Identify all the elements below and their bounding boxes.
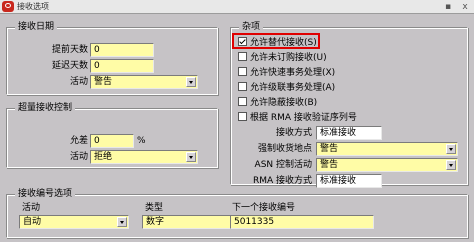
- validate-serial-numbers-rma-checkbox[interactable]: 根据 RMA 接收验证序列号: [238, 110, 357, 123]
- chevron-down-icon[interactable]: [446, 144, 456, 154]
- over-action-label: 活动: [69, 152, 88, 162]
- checkbox-icon[interactable]: [238, 112, 247, 121]
- asn-control-select[interactable]: 警告: [316, 158, 458, 172]
- checkbox-label: 允许隐蔽接收(B): [250, 98, 318, 108]
- tolerance-field[interactable]: 0: [90, 134, 134, 148]
- checkbox-icon[interactable]: [238, 52, 247, 61]
- days-early-field[interactable]: 0: [90, 43, 154, 57]
- checkbox-label: 允许替代接收(S): [250, 38, 317, 48]
- number-entry-value: 自动: [23, 217, 42, 227]
- receipt-date-legend: 接收日期: [15, 21, 58, 33]
- rma-routing-field[interactable]: 标准接收: [316, 174, 382, 188]
- window-titlebar: [0, 0, 474, 14]
- over-receipt-legend: 超量接收控制: [15, 102, 76, 114]
- allow-blind-receiving-checkbox[interactable]: 允许隐蔽接收(B): [238, 95, 317, 108]
- close-button[interactable]: x: [459, 1, 471, 13]
- misc-legend: 杂项: [239, 21, 264, 33]
- allow-express-transactions-checkbox[interactable]: 允许快速事务处理(X): [238, 65, 335, 78]
- checkbox-label: 根据 RMA 接收验证序列号: [250, 113, 357, 123]
- enforce-ship-to-select[interactable]: 警告: [316, 142, 458, 156]
- over-action-value: 拒绝: [94, 152, 113, 162]
- minimize-icon[interactable]: ▪: [442, 1, 454, 13]
- next-number-field[interactable]: 5011335: [230, 215, 374, 229]
- window-title: 接收选项: [17, 2, 49, 11]
- percent-sign: %: [137, 136, 146, 146]
- oracle-logo-icon: [2, 1, 14, 12]
- receipt-routing-value: 标准接收: [320, 128, 357, 138]
- checkbox-icon[interactable]: [238, 82, 247, 91]
- over-action-select[interactable]: 拒绝: [90, 150, 198, 164]
- days-late-field[interactable]: 0: [90, 59, 154, 73]
- receipt-number-legend: 接收编号选项: [15, 188, 76, 200]
- number-type-select[interactable]: 数字: [142, 215, 242, 229]
- number-type-value: 数字: [146, 217, 165, 227]
- days-early-label: 提前天数: [51, 45, 88, 55]
- checkbox-icon[interactable]: [238, 67, 247, 76]
- allow-unordered-receipts-checkbox[interactable]: 允许未订购接收(U): [238, 50, 327, 63]
- date-action-select[interactable]: 警告: [90, 75, 198, 89]
- tolerance-label: 允差: [69, 136, 88, 146]
- date-action-value: 警告: [94, 77, 113, 87]
- date-action-label: 活动: [69, 77, 88, 87]
- rma-routing-value: 标准接收: [320, 176, 357, 186]
- enforce-ship-to-value: 警告: [320, 144, 339, 154]
- number-entry-label: 活动: [22, 203, 41, 213]
- asn-control-value: 警告: [320, 160, 339, 170]
- receipt-routing-field[interactable]: 标准接收: [316, 126, 382, 140]
- chevron-down-icon[interactable]: [117, 217, 127, 227]
- next-number-label: 下一个接收编号: [232, 203, 296, 213]
- chevron-down-icon[interactable]: [446, 160, 456, 170]
- checkbox-label: 允许快速事务处理(X): [250, 68, 336, 78]
- number-type-label: 类型: [145, 203, 164, 213]
- chevron-down-icon[interactable]: [186, 152, 196, 162]
- days-late-label: 延迟天数: [51, 61, 88, 71]
- allow-cascade-transactions-checkbox[interactable]: 允许级联事务处理(A): [238, 80, 335, 93]
- enforce-ship-to-label: 强制收货地点: [257, 144, 312, 154]
- asn-control-label: ASN 控制活动: [254, 160, 312, 170]
- rma-routing-label: RMA 接收方式: [252, 176, 312, 186]
- receipt-routing-label: 接收方式: [275, 128, 312, 138]
- checkbox-checked-icon[interactable]: [238, 37, 247, 46]
- number-entry-select[interactable]: 自动: [19, 215, 129, 229]
- allow-substitute-receipts-checkbox[interactable]: 允许替代接收(S): [238, 35, 317, 48]
- checkbox-icon[interactable]: [238, 97, 247, 106]
- checkbox-label: 允许未订购接收(U): [250, 53, 327, 63]
- chevron-down-icon[interactable]: [186, 77, 196, 87]
- checkbox-label: 允许级联事务处理(A): [250, 83, 336, 93]
